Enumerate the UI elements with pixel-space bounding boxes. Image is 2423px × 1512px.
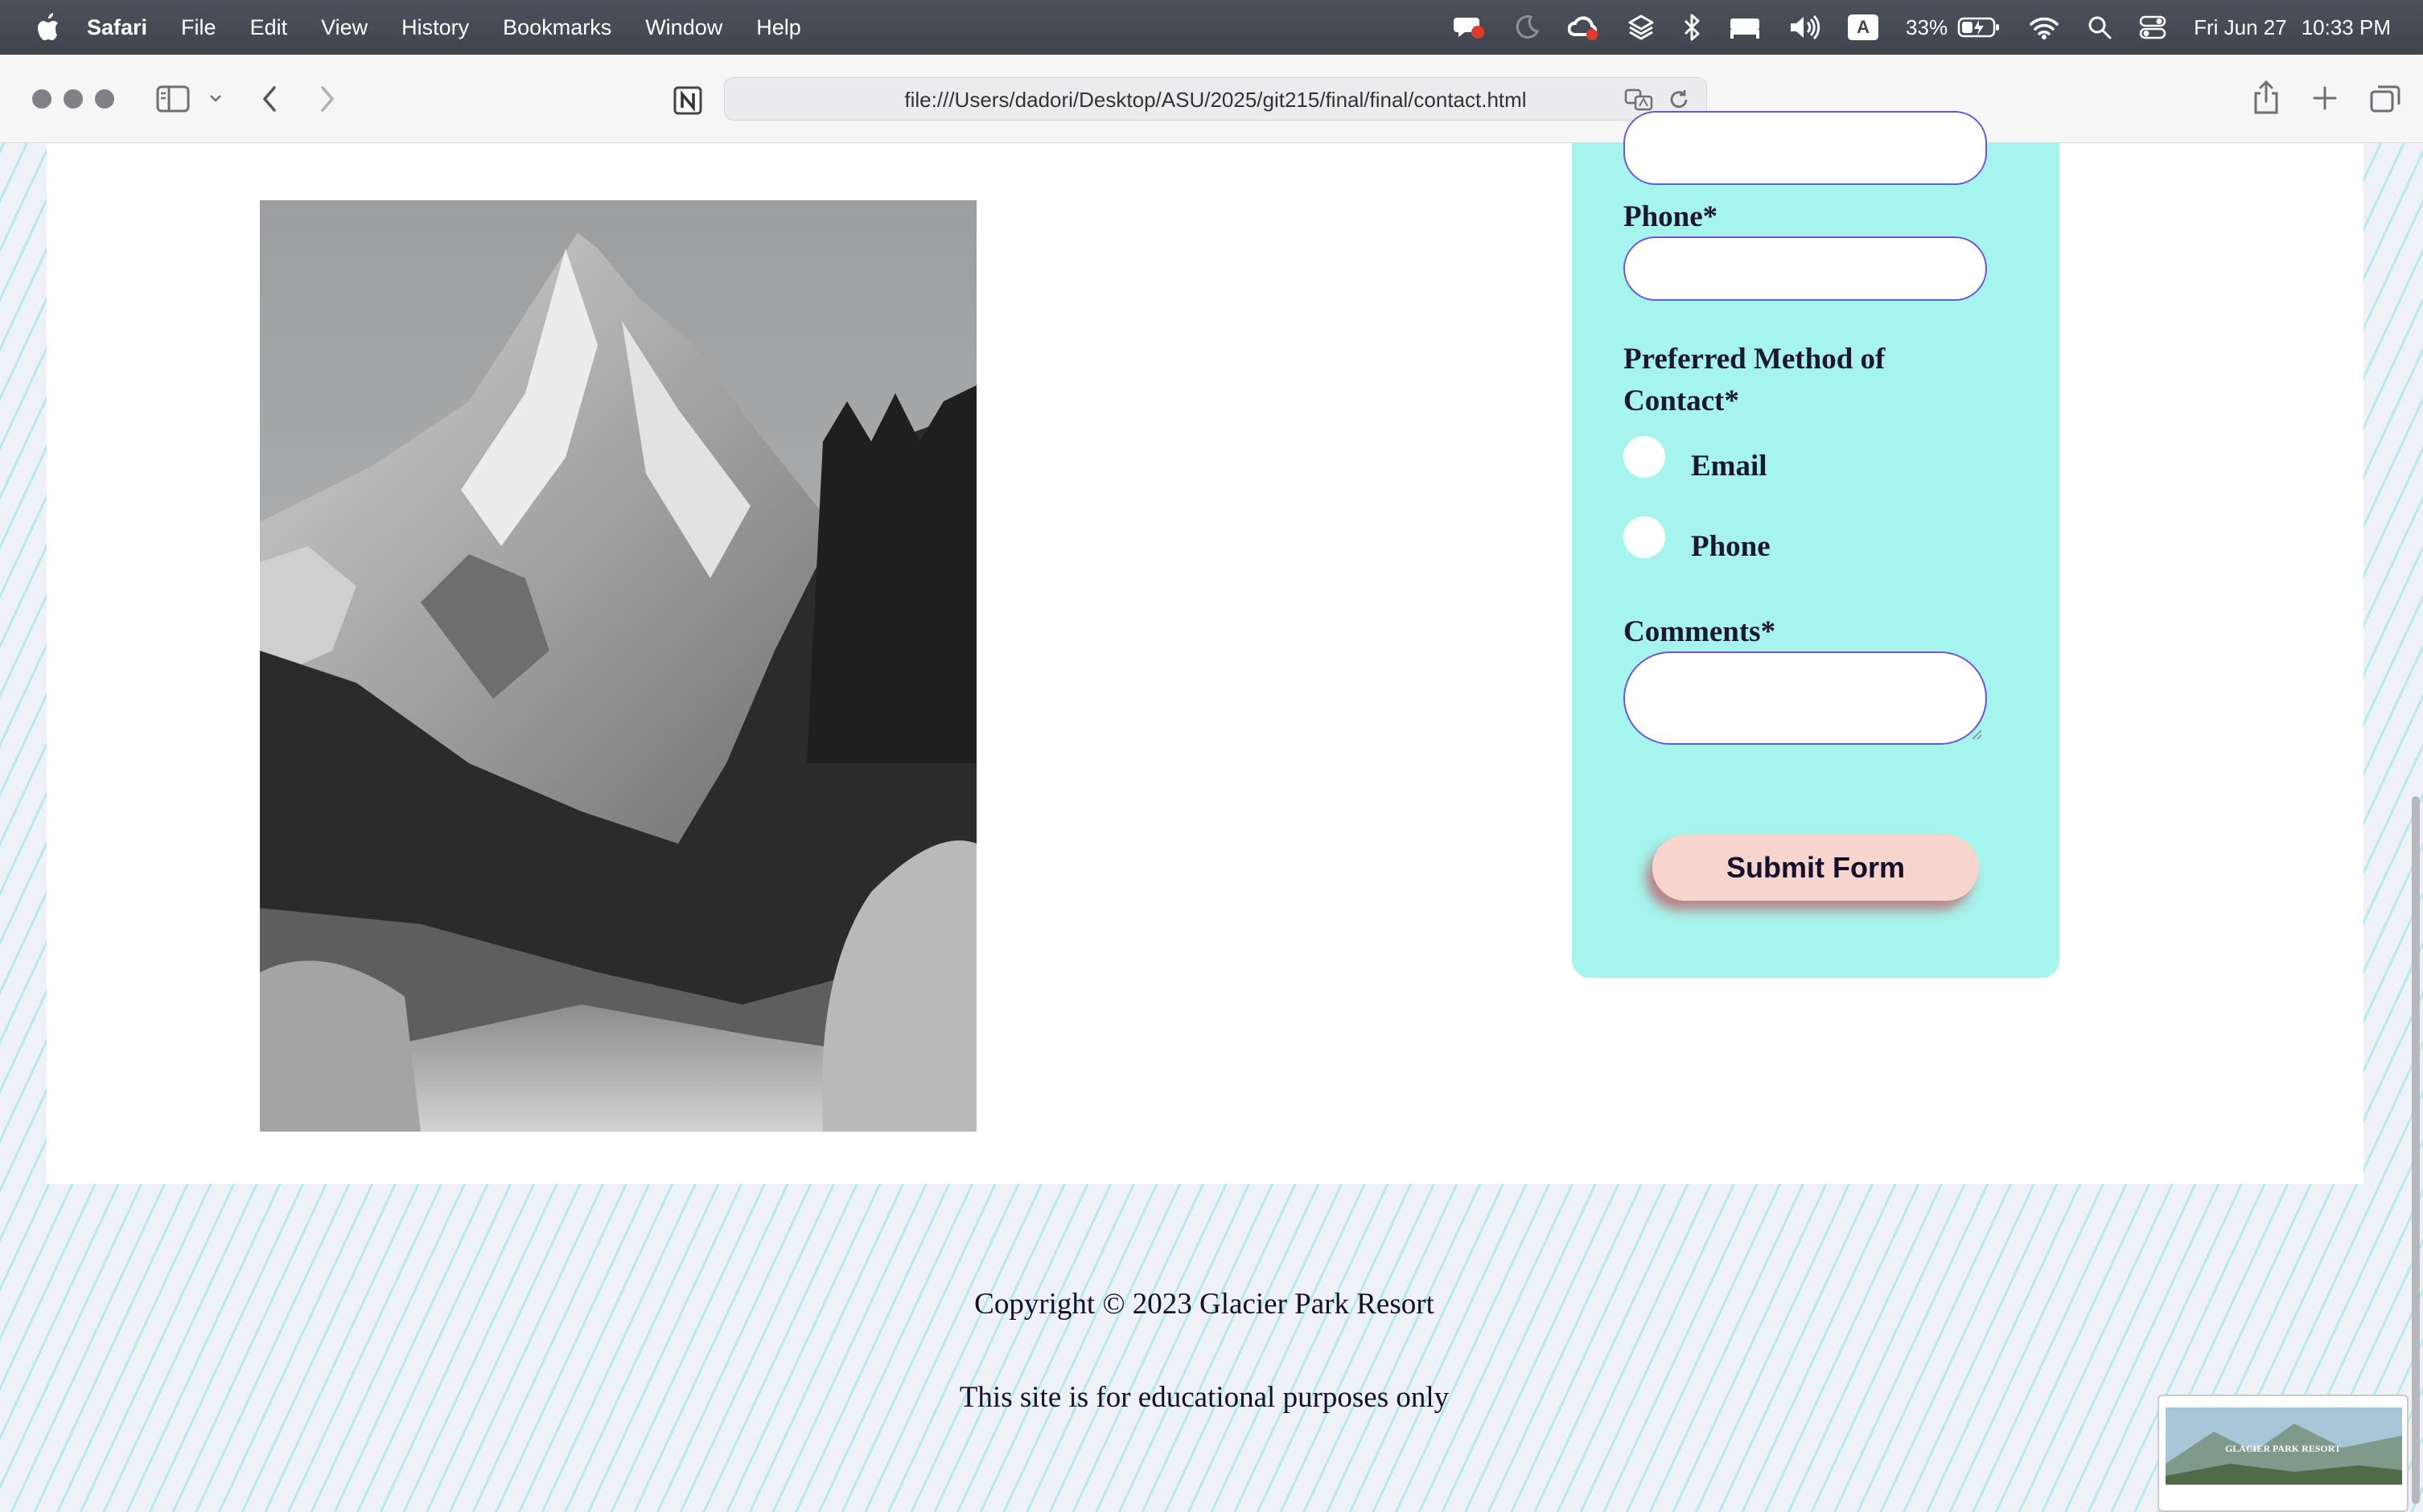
window-minimize-button[interactable] — [64, 89, 83, 109]
contact-method-label: Preferred Method of Contact* — [1623, 343, 1886, 417]
menu-time[interactable]: 10:33 PM — [2302, 15, 2391, 40]
control-center-icon[interactable] — [2139, 15, 2166, 39]
phone-field[interactable] — [1623, 236, 1987, 301]
contact-form: Phone* Preferred Method of Contact* Emai… — [1572, 111, 2059, 978]
menu-window[interactable]: Window — [645, 15, 722, 40]
menu-file[interactable]: File — [181, 15, 216, 40]
input-source-icon[interactable]: A — [1848, 14, 1879, 40]
new-tab-icon[interactable] — [2312, 85, 2338, 111]
radio-email-label[interactable]: Email — [1691, 449, 1767, 483]
apple-icon[interactable] — [32, 11, 61, 43]
translate-icon[interactable] — [1624, 88, 1653, 111]
address-bar[interactable]: file:///Users/dadori/Desktop/ASU/2025/gi… — [724, 77, 1707, 121]
menu-history[interactable]: History — [401, 15, 469, 40]
menu-bar: Safari File Edit View History Bookmarks … — [0, 0, 2423, 55]
window-zoom-button[interactable] — [95, 89, 114, 109]
window-close-button[interactable] — [32, 89, 51, 109]
mountain-photo — [260, 200, 977, 1132]
menu-app-name[interactable]: Safari — [87, 15, 147, 40]
menu-bookmarks[interactable]: Bookmarks — [503, 15, 611, 40]
screen-record-icon[interactable] — [1454, 13, 1486, 42]
sidebar-icon[interactable] — [156, 85, 190, 113]
reload-icon[interactable] — [1668, 88, 1690, 111]
phone-label: Phone* — [1623, 200, 1718, 233]
tab-overview-icon[interactable] — [2370, 84, 2400, 113]
battery-percent: 33% — [1906, 14, 1948, 39]
footer-copyright: Copyright © 2023 Glacier Park Resort — [974, 1288, 1434, 1321]
chevron-down-icon[interactable] — [209, 93, 222, 103]
url-text[interactable]: file:///Users/dadori/Desktop/ASU/2025/gi… — [725, 78, 1706, 121]
radio-email[interactable] — [1623, 436, 1665, 478]
email-field[interactable] — [1623, 111, 1987, 185]
layers-icon[interactable] — [1627, 14, 1655, 41]
forward-icon[interactable] — [319, 85, 336, 113]
comments-label: Comments* — [1623, 615, 1776, 648]
thumbnail-title: GLACIER PARK RESORT — [2224, 1443, 2342, 1454]
radio-phone[interactable] — [1623, 516, 1665, 558]
submit-button[interactable]: Submit Form — [1652, 835, 1979, 901]
focus-moon-icon[interactable] — [1513, 14, 1541, 41]
battery-icon[interactable] — [1957, 16, 2001, 39]
scrollbar[interactable] — [2412, 796, 2420, 1504]
comments-field[interactable] — [1623, 651, 1987, 745]
menu-help[interactable]: Help — [756, 15, 801, 40]
menu-view[interactable]: View — [321, 15, 368, 40]
share-icon[interactable] — [2252, 80, 2280, 114]
back-icon[interactable] — [261, 85, 278, 113]
bluetooth-icon[interactable] — [1682, 13, 1701, 42]
volume-icon[interactable] — [1788, 14, 1820, 40]
creative-cloud-icon[interactable] — [1568, 14, 1600, 41]
radio-phone-label[interactable]: Phone — [1691, 529, 1771, 564]
bed-icon[interactable] — [1729, 15, 1761, 39]
resize-grip-icon[interactable] — [1969, 727, 1982, 740]
notion-icon[interactable] — [673, 85, 703, 116]
menu-date[interactable]: Fri Jun 27 — [2194, 15, 2287, 40]
wifi-icon[interactable] — [2028, 14, 2060, 40]
spotlight-search-icon[interactable] — [2088, 15, 2112, 39]
footer-disclaimer: This site is for educational purposes on… — [959, 1381, 1450, 1414]
menu-edit[interactable]: Edit — [250, 15, 288, 40]
screenshot-thumbnail[interactable]: GLACIER PARK RESORT — [2158, 1395, 2409, 1512]
